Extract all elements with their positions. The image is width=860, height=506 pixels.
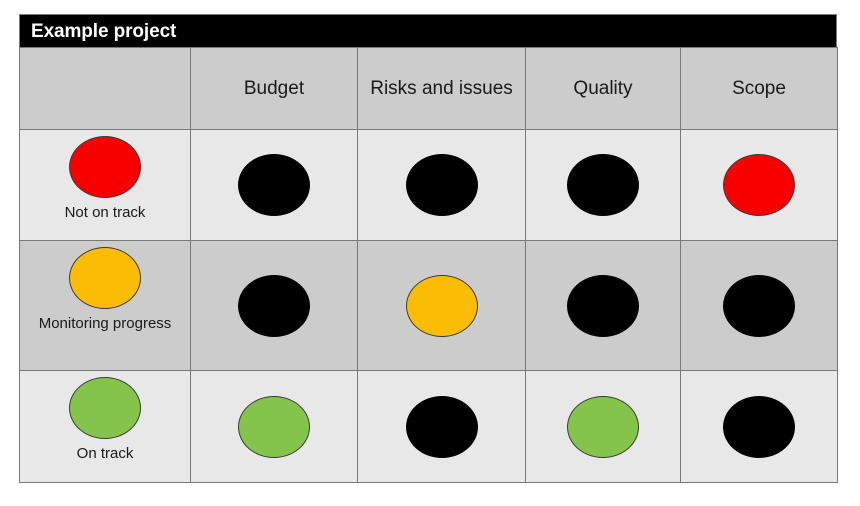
status-dot-black [723, 274, 795, 337]
header-cell-scope: Scope [680, 47, 838, 130]
table-header-row: Budget Risks and issues Quality Scope [19, 47, 838, 130]
status-dot-green [567, 395, 639, 458]
table-row: Not on track [19, 129, 838, 241]
status-dot-black [567, 274, 639, 337]
header-cell-risks: Risks and issues [357, 47, 526, 130]
legend-label: Monitoring progress [38, 314, 172, 332]
status-cell-scope-on-track [680, 370, 838, 483]
status-dot-legend-amber [69, 246, 141, 309]
status-grid: Budget Risks and issues Quality Scope No… [19, 47, 838, 483]
status-cell-quality-not-on-track [525, 129, 681, 241]
legend-label: On track [76, 444, 134, 462]
legend-cell-monitoring-progress: Monitoring progress [19, 240, 191, 371]
status-cell-budget-monitoring [190, 240, 358, 371]
rag-status-table: Example project Budget Risks and issues … [19, 14, 838, 487]
status-dot-black [405, 395, 478, 458]
table-row: Monitoring progress [19, 240, 838, 371]
status-dot-black [723, 395, 795, 458]
status-cell-scope-monitoring [680, 240, 838, 371]
status-cell-quality-on-track [525, 370, 681, 483]
status-dot-green [238, 395, 310, 458]
status-dot-black [405, 154, 478, 216]
status-cell-risks-on-track [357, 370, 526, 483]
status-cell-budget-on-track [190, 370, 358, 483]
table-row: On track [19, 370, 838, 483]
legend-cell-on-track: On track [19, 370, 191, 483]
status-dot-black [238, 154, 310, 216]
status-dot-legend-green [69, 376, 141, 439]
project-title-bar: Example project [19, 14, 837, 47]
status-dot-red [723, 154, 795, 216]
status-cell-scope-not-on-track [680, 129, 838, 241]
header-cell-budget: Budget [190, 47, 358, 130]
status-cell-risks-not-on-track [357, 129, 526, 241]
status-dot-legend-red [69, 135, 141, 198]
header-cell-quality: Quality [525, 47, 681, 130]
status-dot-black [567, 154, 639, 216]
status-dot-amber [405, 274, 478, 337]
status-cell-budget-not-on-track [190, 129, 358, 241]
legend-label: Not on track [64, 203, 146, 221]
header-cell-corner [19, 47, 191, 130]
legend-cell-not-on-track: Not on track [19, 129, 191, 241]
status-cell-risks-monitoring [357, 240, 526, 371]
status-dot-black [238, 274, 310, 337]
status-cell-quality-monitoring [525, 240, 681, 371]
page-title: Example project [31, 20, 177, 42]
